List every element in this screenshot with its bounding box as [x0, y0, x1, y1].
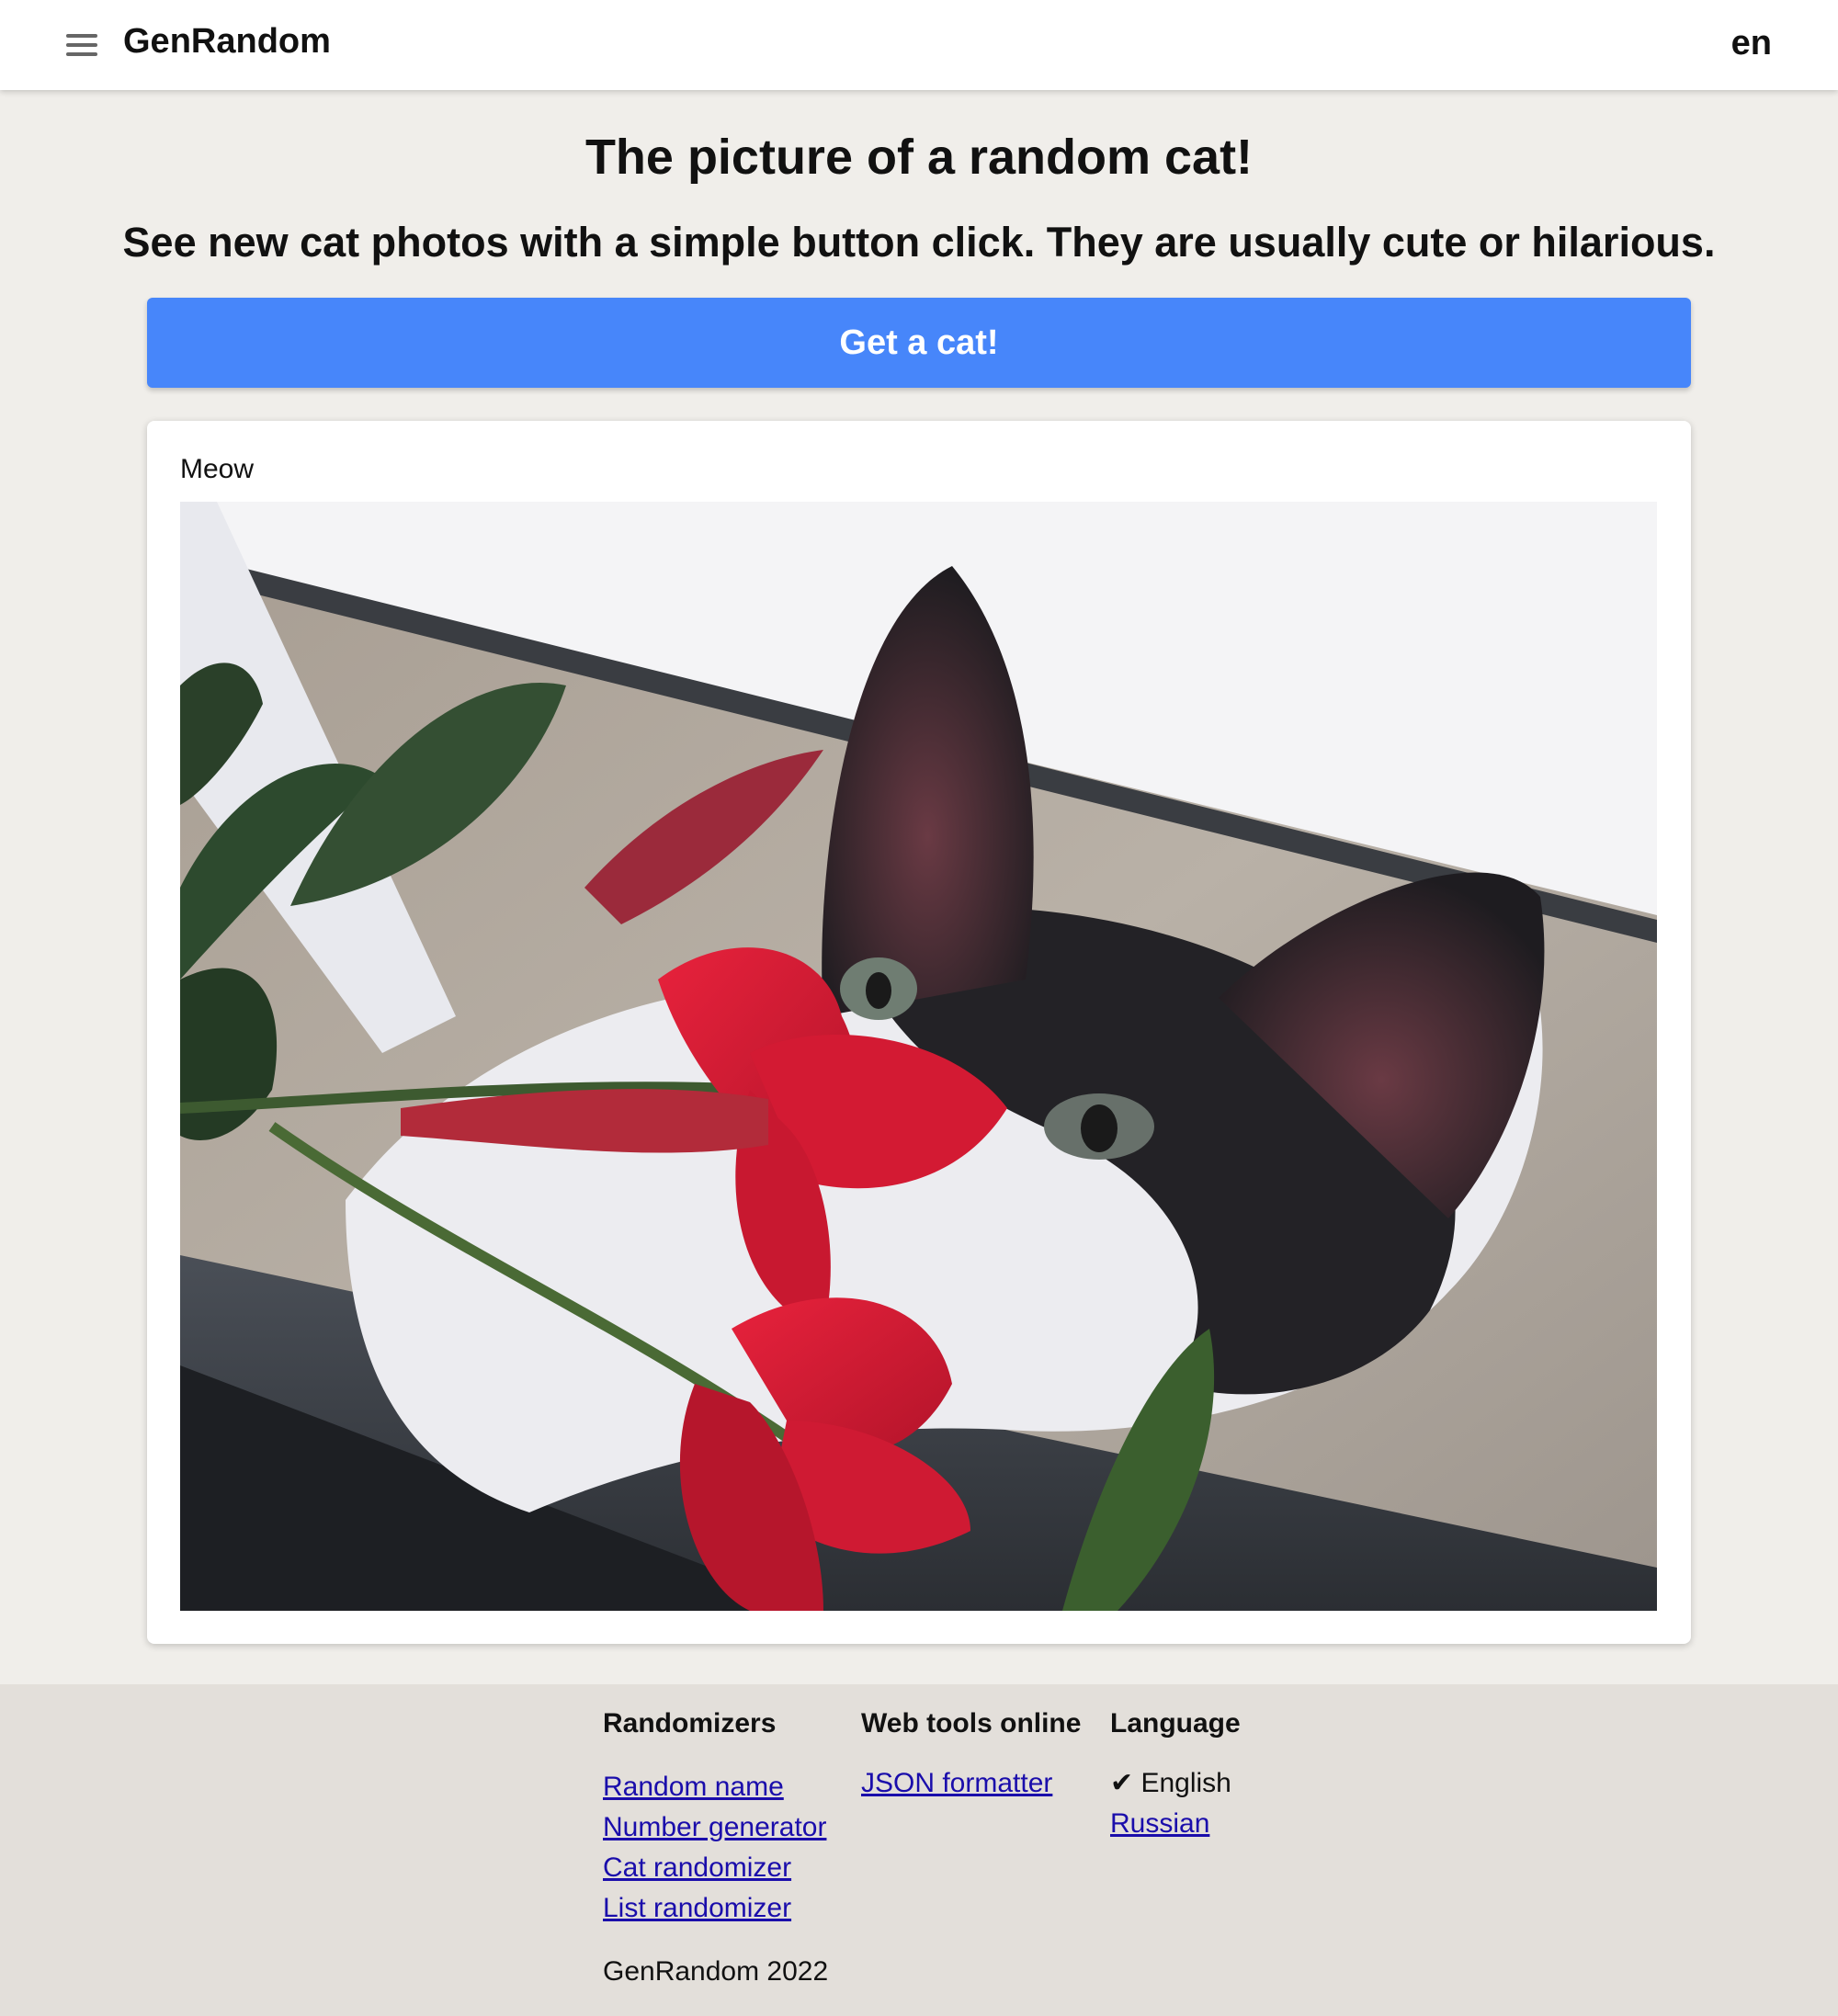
cat-photo-image: [180, 502, 1657, 1611]
footer-language-current: ✔ English: [1110, 1768, 1231, 1798]
page-title: The picture of a random cat!: [584, 130, 1254, 185]
brand-logo-link[interactable]: GenRandom: [123, 22, 331, 62]
language-switcher[interactable]: en: [1731, 24, 1772, 63]
footer-link-list-randomizer[interactable]: List randomizer: [603, 1888, 826, 1929]
footer-randomizers-column: Randomizers Random name Number generator…: [603, 1708, 826, 1929]
footer-randomizers-heading: Randomizers: [603, 1708, 777, 1739]
site-footer: Randomizers Random name Number generator…: [0, 1684, 1838, 2016]
footer-web-tools-column: Web tools online JSON formatter: [861, 1708, 1081, 1804]
hamburger-menu-icon[interactable]: [64, 31, 99, 59]
footer-web-tools-heading: Web tools online: [861, 1708, 1082, 1739]
footer-link-russian[interactable]: Russian: [1110, 1804, 1241, 1844]
top-app-bar: GenRandom en: [0, 0, 1838, 90]
footer-link-random-name[interactable]: Random name: [603, 1767, 826, 1807]
cat-card: Meow: [147, 421, 1691, 1644]
footer-link-json-formatter[interactable]: JSON formatter: [861, 1763, 1081, 1804]
footer-language-heading: Language: [1110, 1708, 1241, 1739]
footer-language-column: Language ✔ English Russian: [1110, 1708, 1241, 1844]
get-cat-button[interactable]: Get a cat!: [147, 298, 1691, 388]
footer-copyright: GenRandom 2022: [603, 1956, 829, 1987]
footer-link-cat-randomizer[interactable]: Cat randomizer: [603, 1848, 826, 1888]
page-subtitle: See new cat photos with a simple button …: [122, 219, 1716, 266]
footer-link-number-generator[interactable]: Number generator: [603, 1807, 826, 1848]
cat-photo: [180, 502, 1657, 1611]
card-caption: Meow: [180, 454, 255, 484]
